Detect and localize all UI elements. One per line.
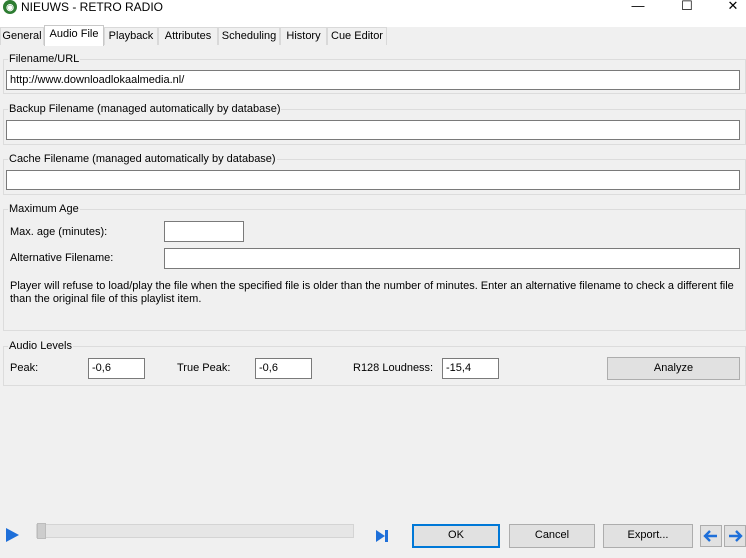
filename-url-input[interactable]: http://www.downloadlokaalmedia.nl/ xyxy=(6,70,740,90)
true-peak-value-field[interactable]: -0,6 xyxy=(255,358,312,379)
skip-to-end-icon[interactable] xyxy=(374,528,390,547)
audio-levels-label: Audio Levels xyxy=(8,340,73,352)
arrow-right-icon xyxy=(729,530,743,542)
alternative-filename-input[interactable] xyxy=(164,248,740,269)
slider-thumb[interactable] xyxy=(37,523,46,539)
cache-filename-input[interactable] xyxy=(6,170,740,190)
cancel-button[interactable]: Cancel xyxy=(509,524,595,548)
minimize-button[interactable]: — xyxy=(615,0,661,14)
tab-attributes[interactable]: Attributes xyxy=(158,27,218,45)
analyze-button[interactable]: Analyze xyxy=(607,357,740,380)
play-icon[interactable] xyxy=(4,527,20,546)
r128-loudness-value-field[interactable]: -15,4 xyxy=(442,358,499,379)
window-title: NIEUWS - RETRO RADIO xyxy=(21,0,164,14)
backup-filename-input[interactable] xyxy=(6,120,740,140)
maximize-button[interactable]: ☐ xyxy=(664,0,710,14)
backup-filename-label: Backup Filename (managed automatically b… xyxy=(8,103,282,115)
max-age-input[interactable] xyxy=(164,221,244,242)
cache-filename-label: Cache Filename (managed automatically by… xyxy=(8,153,277,165)
tab-audio-file[interactable]: Audio File xyxy=(44,25,104,46)
tab-general[interactable]: General xyxy=(0,27,44,45)
tab-cue-editor[interactable]: Cue Editor xyxy=(327,27,387,45)
true-peak-label: True Peak: xyxy=(177,362,231,374)
tab-playback[interactable]: Playback xyxy=(104,27,158,45)
max-age-description: Player will refuse to load/play the file… xyxy=(10,280,734,305)
peak-value-field[interactable]: -0,6 xyxy=(88,358,145,379)
close-button[interactable]: ✕ xyxy=(710,0,746,14)
next-item-button[interactable] xyxy=(724,525,746,547)
previous-item-button[interactable] xyxy=(700,525,722,547)
ok-button[interactable]: OK xyxy=(412,524,500,548)
tab-scheduling[interactable]: Scheduling xyxy=(218,27,280,45)
maximum-age-group xyxy=(3,209,746,331)
peak-label: Peak: xyxy=(10,362,39,374)
export-button[interactable]: Export... xyxy=(603,524,693,548)
alternative-filename-label: Alternative Filename: xyxy=(10,252,114,264)
app-logo-icon: ◉ xyxy=(3,0,17,14)
r128-loudness-label: R128 Loudness: xyxy=(353,362,434,374)
playback-position-slider[interactable] xyxy=(36,524,354,538)
tab-history[interactable]: History xyxy=(280,27,327,45)
filename-label: Filename/URL xyxy=(8,53,81,65)
max-age-label: Max. age (minutes): xyxy=(10,226,108,238)
maximum-age-label: Maximum Age xyxy=(8,203,80,215)
arrow-left-icon xyxy=(703,530,717,542)
